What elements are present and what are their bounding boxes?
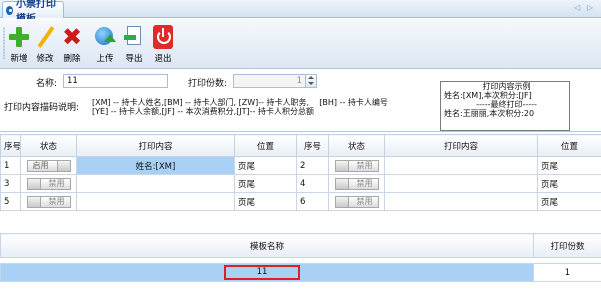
row-position-2[interactable]: 页尾	[537, 156, 601, 175]
col-header-copies[interactable]: 打印份数	[533, 233, 601, 258]
row-state-cell: 启用	[20, 156, 77, 175]
plus-icon	[9, 25, 29, 49]
table-row[interactable]: 3 禁用 页尾 4 禁用 页尾	[0, 174, 601, 193]
row-content[interactable]	[76, 192, 235, 211]
export-button[interactable]: 导出	[123, 25, 145, 64]
toolbar-grip	[3, 27, 5, 59]
add-button[interactable]: 新增	[8, 25, 30, 64]
col-header-state[interactable]: 状态	[20, 134, 77, 157]
state-toggle[interactable]: 禁用	[26, 195, 71, 208]
desc-label: 打印内容描码说明:	[4, 103, 80, 113]
print-sample-box: 打印内容示例 姓名:[XM],本次积分:[JF] -----最终打印----- …	[440, 81, 570, 131]
tab-bar: 小票打印模板 ◁ ▷	[0, 0, 601, 25]
sample-line-2: -----最终打印-----	[476, 100, 537, 109]
delete-button[interactable]: ✖ 删除	[61, 25, 83, 64]
state-toggle-2[interactable]: 禁用	[334, 177, 379, 190]
name-input[interactable]: 11	[63, 74, 168, 88]
code-description: [XM] -- 持卡人姓名,[BM] -- 持卡人部门, [ZW]-- 持卡人职…	[92, 98, 388, 116]
row-content[interactable]: 姓名:[XM]	[76, 156, 235, 175]
edit-button[interactable]: 修改	[34, 25, 56, 64]
row-content-2[interactable]	[384, 174, 538, 193]
export-document-icon	[124, 25, 144, 49]
sample-line-1: 姓名:[XM],本次积分:[JF]	[444, 91, 532, 100]
row-position-2[interactable]: 页尾	[537, 174, 601, 193]
add-label: 新增	[10, 54, 28, 64]
edit-label: 修改	[36, 54, 54, 64]
row-no-2: 6	[296, 192, 329, 211]
globe-upload-icon	[95, 25, 116, 49]
table-row[interactable]: 5 禁用 页尾 6 禁用 页尾	[0, 192, 601, 211]
col-header-position-2[interactable]: 位置	[537, 134, 601, 157]
exit-label: 退出	[154, 54, 172, 64]
row-no: 3	[0, 174, 21, 193]
export-label: 导出	[125, 54, 143, 64]
template-copies-cell[interactable]: 1	[533, 263, 601, 282]
row-no: 5	[0, 192, 21, 211]
row-state-cell-2: 禁用	[328, 156, 385, 175]
sample-title: 打印内容示例	[482, 82, 531, 91]
template-name-cell[interactable]: 11	[0, 263, 534, 282]
row-state-cell: 禁用	[20, 192, 77, 211]
grid-header-row: 序号 状态 打印内容 位置 序号 状态 打印内容 位置	[0, 134, 601, 157]
row-state-cell-2: 禁用	[328, 192, 385, 211]
row-state-cell: 禁用	[20, 174, 77, 193]
col-header-state-2[interactable]: 状态	[328, 134, 385, 157]
state-toggle-2[interactable]: 禁用	[334, 159, 379, 172]
delete-label: 删除	[63, 54, 81, 64]
template-list-grid: 模板名称 打印份数 11 1	[0, 233, 601, 282]
tab-scroll-arrows-icon[interactable]: ◁ ▷	[574, 3, 595, 12]
template-name-highlight: 11	[224, 265, 300, 280]
row-position[interactable]: 页尾	[234, 156, 297, 175]
desc-line-1: [XM] -- 持卡人姓名,[BM] -- 持卡人部门, [ZW]-- 持卡人职…	[92, 98, 388, 107]
upload-label: 上传	[96, 54, 114, 64]
col-header-content-2[interactable]: 打印内容	[384, 134, 538, 157]
name-label: 名称:	[36, 79, 58, 89]
app-icon	[6, 5, 14, 15]
row-position[interactable]: 页尾	[234, 192, 297, 211]
copies-stepper[interactable]: 1	[233, 74, 317, 88]
col-header-position[interactable]: 位置	[234, 134, 297, 157]
table-row[interactable]: 11 1	[0, 263, 601, 282]
template-header-row: 模板名称 打印份数	[0, 233, 601, 258]
state-toggle-2[interactable]: 禁用	[334, 195, 379, 208]
col-header-template-name[interactable]: 模板名称	[0, 233, 534, 258]
exit-button[interactable]: 退出	[152, 25, 174, 64]
pencil-icon	[35, 25, 55, 49]
col-header-content[interactable]: 打印内容	[76, 134, 235, 157]
row-no: 1	[0, 156, 21, 175]
delete-x-icon: ✖	[62, 23, 83, 51]
spinner-arrows-icon[interactable]	[305, 75, 316, 87]
col-header-no-2[interactable]: 序号	[296, 134, 329, 157]
desc-line-2: [YE] -- 持卡人余额,[JF] -- 本次消费积分,[JT]-- 持卡人积…	[92, 107, 314, 116]
row-position[interactable]: 页尾	[234, 174, 297, 193]
row-no-2: 2	[296, 156, 329, 175]
print-content-grid: 序号 状态 打印内容 位置 序号 状态 打印内容 位置 1 启用 姓名:[XM]…	[0, 134, 601, 211]
copies-value: 1	[296, 76, 302, 86]
upload-button[interactable]: 上传	[94, 25, 116, 64]
copies-label: 打印份数:	[188, 79, 228, 89]
row-state-cell-2: 禁用	[328, 174, 385, 193]
row-content[interactable]	[76, 174, 235, 193]
row-content-2[interactable]	[384, 192, 538, 211]
table-row[interactable]: 1 启用 姓名:[XM] 页尾 2 禁用 页尾	[0, 156, 601, 175]
state-toggle[interactable]: 禁用	[26, 177, 71, 190]
row-content-2[interactable]	[384, 156, 538, 175]
power-icon	[153, 25, 173, 49]
toolbar: 新增 修改 ✖ 删除 上传 导出 退出	[0, 19, 601, 69]
template-form: 名称: 11 打印份数: 1 打印内容描码说明: [XM] -- 持卡人姓名,[…	[0, 70, 601, 132]
state-toggle[interactable]: 启用	[26, 159, 71, 172]
row-no-2: 4	[296, 174, 329, 193]
col-header-no[interactable]: 序号	[0, 134, 21, 157]
tab-receipt-template[interactable]: 小票打印模板	[2, 0, 64, 25]
sample-line-3: 姓名:王丽丽,本次积分:20	[444, 109, 535, 118]
row-position-2[interactable]: 页尾	[537, 192, 601, 211]
